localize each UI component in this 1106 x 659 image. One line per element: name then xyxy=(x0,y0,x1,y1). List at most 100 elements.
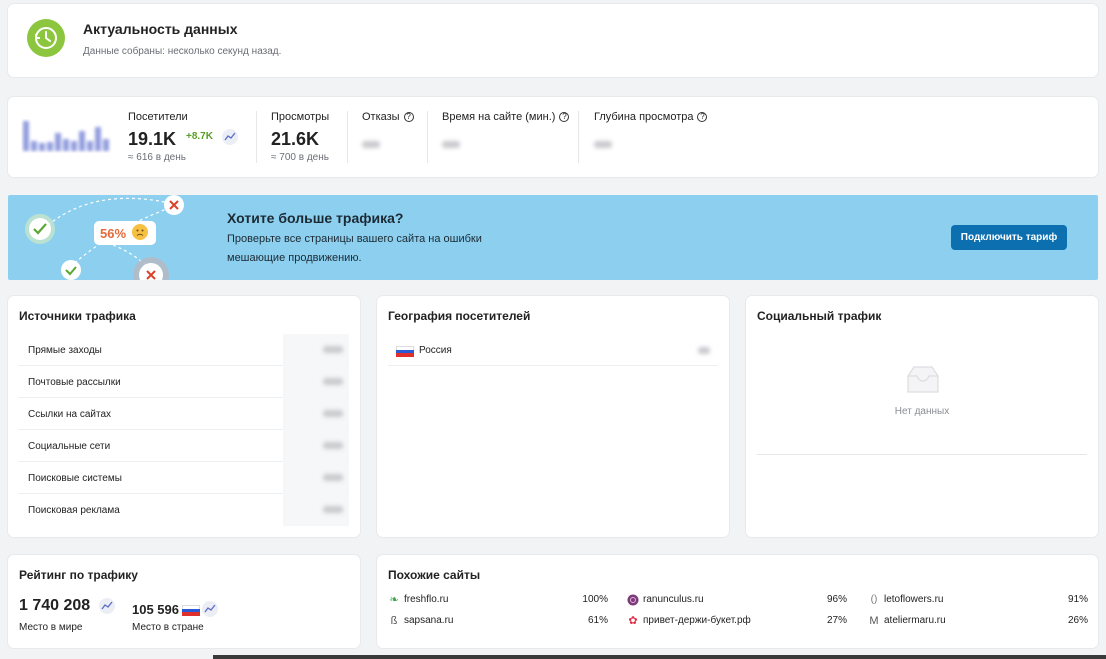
bottom-scrollbar[interactable] xyxy=(213,655,1106,659)
clock-refresh-icon xyxy=(27,19,65,57)
similar-site-domain: freshflo.ru xyxy=(404,594,449,605)
similar-site-domain: letoflowers.ru xyxy=(884,594,944,605)
upsell-banner: 56% Хотите больше трафика? Проверьте все… xyxy=(8,195,1098,280)
source-value-hidden xyxy=(323,410,343,417)
visitors-mini-chart xyxy=(23,121,109,151)
source-row[interactable]: Социальные сети xyxy=(19,430,349,462)
social-title: Социальный трафик xyxy=(757,309,882,323)
freshness-subtitle: Данные собраны: несколько секунд назад. xyxy=(83,46,282,57)
source-row[interactable]: Прямые заходы xyxy=(19,334,349,366)
banner-text: Проверьте все страницы вашего сайта на о… xyxy=(227,233,482,264)
country-name: Россия xyxy=(419,345,452,356)
depth-label: Глубина просмотра xyxy=(594,111,694,123)
help-icon[interactable]: ? xyxy=(697,112,708,122)
ru-flag-icon xyxy=(182,605,200,616)
banner-title: Хотите больше трафика? xyxy=(227,210,404,226)
source-value-hidden xyxy=(323,474,343,481)
depth-value-hidden xyxy=(594,141,612,148)
visitors-value: 19.1K xyxy=(128,129,177,149)
metric-bounces: Отказы? xyxy=(362,111,414,153)
geo-row[interactable]: Россия xyxy=(388,336,718,366)
views-value: 21.6K xyxy=(271,129,320,149)
empty-inbox-icon xyxy=(907,366,939,393)
traffic-rating-card: Рейтинг по трафику 1 740 208 Место в мир… xyxy=(8,555,360,648)
bracket-logo-icon: () xyxy=(870,594,878,605)
trend-chart-icon[interactable] xyxy=(202,601,218,617)
similar-site-domain: привет-держи-букет.рф xyxy=(643,615,751,626)
similar-site-domain: sapsana.ru xyxy=(404,615,454,626)
red-flower-icon: ✿ xyxy=(628,615,638,627)
source-name: Прямые заходы xyxy=(28,345,102,356)
bounces-value-hidden xyxy=(362,141,380,148)
source-value-hidden xyxy=(323,442,343,449)
source-row[interactable]: Ссылки на сайтах xyxy=(19,398,349,430)
time-value-hidden xyxy=(442,141,460,148)
similar-site-item[interactable]: ❧ freshflo.ru 100% xyxy=(388,594,608,608)
source-name: Почтовые рассылки xyxy=(28,377,121,388)
sad-face-icon xyxy=(132,224,148,240)
similar-site-percent: 96% xyxy=(826,594,847,605)
connect-plan-button[interactable]: Подключить тариф xyxy=(951,225,1067,250)
flower-circle-icon xyxy=(627,594,639,606)
divider xyxy=(347,111,348,163)
source-value-hidden xyxy=(323,346,343,353)
source-row[interactable]: Поисковые системы xyxy=(19,462,349,494)
trend-chart-icon[interactable] xyxy=(99,598,115,614)
similar-site-domain: ateliermaru.ru xyxy=(884,615,946,626)
similar-site-item[interactable]: M ateliermaru.ru 26% xyxy=(868,615,1088,629)
similar-site-item[interactable]: () letoflowers.ru 91% xyxy=(868,594,1088,608)
similar-site-percent: 100% xyxy=(582,594,608,605)
ru-flag-icon xyxy=(396,346,414,357)
divider xyxy=(427,111,428,163)
m-logo-icon: M xyxy=(869,615,879,627)
leaf-icon: ❧ xyxy=(389,594,399,606)
no-data-text: Нет данных xyxy=(894,406,950,417)
metric-visitors: Посетители 19.1K ≈ 616 в день +8.7K xyxy=(128,111,238,163)
rating-title: Рейтинг по трафику xyxy=(19,568,138,582)
metric-depth: Глубина просмотра? xyxy=(594,111,708,153)
freshness-title: Актуальность данных xyxy=(83,21,238,37)
similar-title: Похожие сайты xyxy=(388,568,481,582)
s-logo-icon: ß xyxy=(390,615,398,627)
social-traffic-card: Социальный трафик Нет данных xyxy=(746,296,1098,537)
metric-time-on-site: Время на сайте (мин.)? xyxy=(442,111,570,153)
trend-chart-icon[interactable] xyxy=(222,129,238,145)
country-rank-value: 105 596 xyxy=(132,602,179,617)
source-row[interactable]: Почтовые рассылки xyxy=(19,366,349,398)
similar-site-percent: 26% xyxy=(1067,615,1088,626)
divider xyxy=(256,111,257,163)
world-rank-value: 1 740 208 xyxy=(19,597,91,614)
freshness-card: Актуальность данных Данные собраны: неск… xyxy=(8,4,1098,77)
geography-card: География посетителей Россия xyxy=(377,296,729,537)
similar-site-item[interactable]: ß sapsana.ru 61% xyxy=(388,615,608,629)
similar-site-percent: 91% xyxy=(1067,594,1088,605)
help-icon[interactable]: ? xyxy=(403,112,414,122)
similar-site-domain: ranunculus.ru xyxy=(643,594,704,605)
metric-views: Просмотры 21.6K ≈ 700 в день xyxy=(271,111,329,163)
visitors-label: Посетители xyxy=(128,111,188,123)
similar-site-item[interactable]: ranunculus.ru 96% xyxy=(627,594,849,608)
visitors-per-day: ≈ 616 в день xyxy=(128,152,186,163)
views-label: Просмотры xyxy=(271,111,330,123)
source-name: Ссылки на сайтах xyxy=(28,409,112,420)
source-name: Поисковая реклама xyxy=(28,505,120,516)
banner-percent-badge: 56% xyxy=(100,226,127,241)
geography-title: География посетителей xyxy=(388,309,531,323)
help-icon[interactable]: ? xyxy=(559,112,570,122)
country-value-hidden xyxy=(698,347,710,354)
visitors-delta: +8.7K xyxy=(186,131,213,142)
similar-site-item[interactable]: ✿ привет-держи-букет.рф 27% xyxy=(627,615,849,629)
divider xyxy=(757,454,1087,455)
time-label: Время на сайте (мин.) xyxy=(442,111,556,123)
views-per-day: ≈ 700 в день xyxy=(271,152,329,163)
source-value-hidden xyxy=(323,378,343,385)
similar-sites-card: Похожие сайты ❧ freshflo.ru 100% ranuncu… xyxy=(377,555,1098,648)
source-value-hidden xyxy=(323,506,343,513)
source-name: Поисковые системы xyxy=(28,473,122,484)
source-row[interactable]: Поисковая реклама xyxy=(19,494,349,526)
source-name: Социальные сети xyxy=(28,441,111,452)
divider xyxy=(578,111,579,163)
bounces-label: Отказы xyxy=(362,111,400,123)
similar-site-percent: 61% xyxy=(587,615,608,626)
similar-site-percent: 27% xyxy=(826,615,847,626)
